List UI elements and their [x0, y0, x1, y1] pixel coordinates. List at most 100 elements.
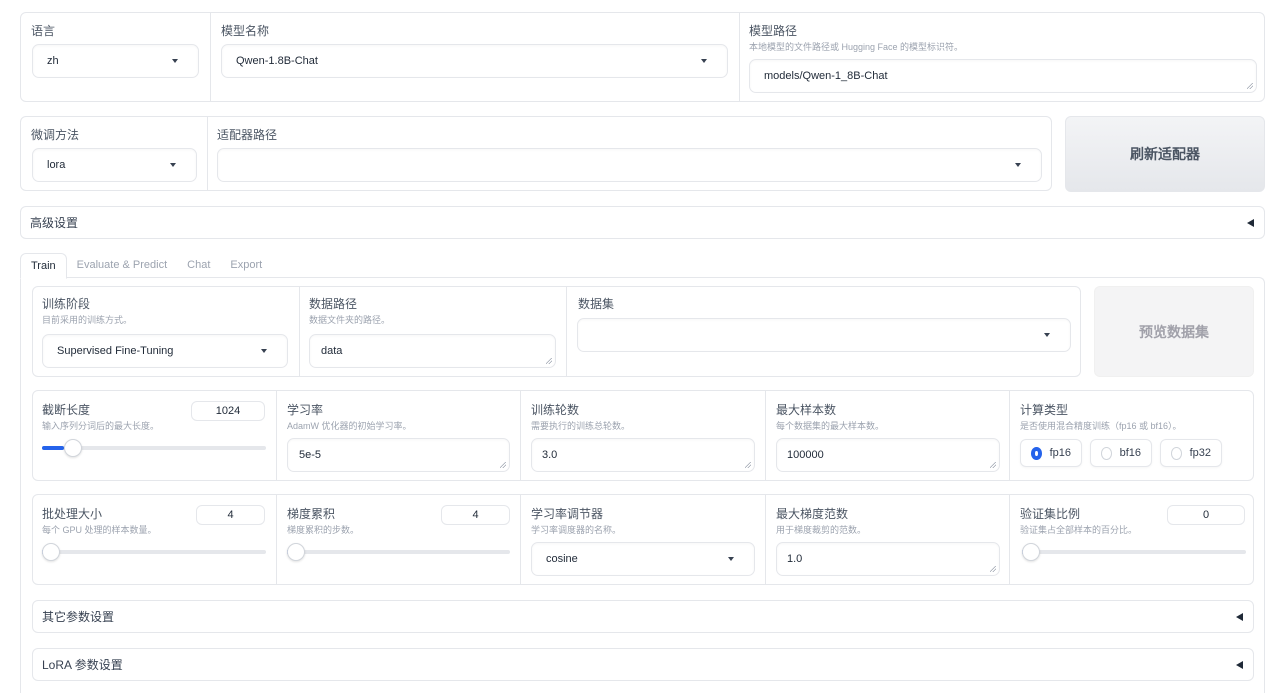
collapse-arrow-icon [1236, 612, 1243, 621]
resize-handle-icon[interactable] [990, 566, 996, 572]
chevron-down-icon [1044, 333, 1050, 337]
slider-thumb[interactable] [287, 543, 305, 561]
model-name-dropdown[interactable]: Qwen-1.8B-Chat [221, 44, 728, 78]
cutoff-len-number[interactable]: 1024 [191, 401, 265, 421]
resize-handle-icon[interactable] [1247, 83, 1253, 89]
val-size-cell: 验证集比例 0 验证集占全部样本的百分比。 [1009, 495, 1253, 584]
max-samples-info: 每个数据集的最大样本数。 [776, 421, 885, 431]
extra-settings-accordion[interactable]: 其它参数设置 [32, 600, 1254, 633]
lr-scheduler-value: cosine [546, 553, 578, 565]
resize-handle-icon[interactable] [500, 462, 506, 468]
chevron-down-icon [170, 163, 176, 167]
language-dropdown[interactable]: zh [32, 44, 199, 78]
batch-size-slider[interactable] [42, 543, 266, 561]
stage-info: 目前采用的训练方式。 [42, 315, 133, 325]
batch-size-cell: 批处理大小 4 每个 GPU 处理的样本数量。 [33, 495, 276, 584]
slider-thumb[interactable] [64, 439, 83, 457]
max-samples-cell: 最大样本数 每个数据集的最大样本数。 100000 [765, 391, 1009, 480]
compute-type-option-label: fp16 [1049, 447, 1071, 459]
compute-type-option-label: fp32 [1189, 447, 1211, 459]
batch-size-info: 每个 GPU 处理的样本数量。 [42, 525, 157, 535]
model-path-input[interactable]: models/Qwen-1_8B-Chat [749, 59, 1257, 93]
resize-handle-icon[interactable] [745, 462, 751, 468]
num-epochs-input[interactable]: 3.0 [531, 438, 755, 472]
learning-rate-info: AdamW 优化器的初始学习率。 [287, 421, 412, 431]
tab-train[interactable]: Train [20, 253, 67, 279]
hyperparams-row-1: 截断长度 1024 输入序列分词后的最大长度。 学习率 AdamW 优化器的初始… [32, 390, 1254, 481]
data-row: 训练阶段 目前采用的训练方式。 Supervised Fine-Tuning 数… [32, 286, 1081, 377]
lora-settings-accordion[interactable]: LoRA 参数设置 [32, 648, 1254, 681]
collapse-arrow-icon [1247, 218, 1254, 227]
grad-accum-number[interactable]: 4 [441, 505, 510, 525]
model-name-label: 模型名称 [221, 24, 270, 38]
cutoff-len-slider[interactable] [42, 439, 266, 457]
resize-handle-icon[interactable] [546, 358, 552, 364]
max-grad-norm-input[interactable]: 1.0 [776, 542, 1000, 576]
model-path-info: 本地模型的文件路径或 Hugging Face 的模型标识符。 [749, 42, 964, 52]
dataset-label: 数据集 [578, 297, 615, 311]
compute-type-info: 是否使用混合精度训练（fp16 或 bf16）。 [1020, 421, 1182, 431]
compute-type-cell: 计算类型 是否使用混合精度训练（fp16 或 bf16）。 fp16 bf16 … [1009, 391, 1253, 480]
batch-size-label: 批处理大小 [42, 507, 103, 521]
compute-type-option-fp16[interactable]: fp16 [1020, 439, 1082, 467]
grad-accum-slider[interactable] [287, 543, 510, 561]
cutoff-len-cell: 截断长度 1024 输入序列分词后的最大长度。 [33, 391, 276, 480]
val-size-slider[interactable] [1022, 543, 1246, 561]
chevron-down-icon [701, 59, 707, 63]
radio-unchecked-icon [1171, 446, 1182, 460]
lr-scheduler-label: 学习率调节器 [531, 507, 604, 521]
radio-unchecked-icon [1101, 446, 1112, 460]
cutoff-len-label: 截断长度 [42, 403, 91, 417]
learning-rate-value: 5e-5 [299, 449, 322, 461]
max-samples-value: 100000 [787, 449, 824, 461]
adapter-path-cell: 适配器路径 [207, 117, 1051, 190]
dataset-dir-value: data [321, 345, 343, 357]
dataset-cell: 数据集 [566, 287, 1080, 376]
dataset-dir-cell: 数据路径 数据文件夹的路径。 data [299, 287, 566, 376]
adapter-row: 微调方法 lora 适配器路径 [20, 116, 1052, 191]
cutoff-len-info: 输入序列分词后的最大长度。 [42, 421, 160, 431]
learning-rate-input[interactable]: 5e-5 [287, 438, 510, 472]
slider-thumb[interactable] [42, 543, 60, 561]
preview-dataset-button[interactable]: 预览数据集 [1094, 286, 1254, 377]
lora-settings-label: LoRA 参数设置 [42, 658, 123, 672]
num-epochs-value: 3.0 [542, 449, 558, 461]
chevron-down-icon [172, 59, 178, 63]
stage-cell: 训练阶段 目前采用的训练方式。 Supervised Fine-Tuning [33, 287, 299, 376]
refresh-adapters-button[interactable]: 刷新适配器 [1065, 116, 1265, 192]
tab-evaluate-predict[interactable]: Evaluate & Predict [67, 253, 178, 278]
lr-scheduler-cell: 学习率调节器 学习率调度器的名称。 cosine [520, 495, 765, 584]
slider-thumb[interactable] [1022, 543, 1040, 561]
adapter-path-label: 适配器路径 [217, 128, 278, 142]
finetuning-type-value: lora [47, 159, 66, 171]
dataset-dir-info: 数据文件夹的路径。 [309, 315, 391, 325]
lr-scheduler-dropdown[interactable]: cosine [531, 542, 755, 576]
dataset-dir-label: 数据路径 [309, 297, 358, 311]
model-path-cell: 模型路径 本地模型的文件路径或 Hugging Face 的模型标识符。 mod… [739, 13, 1264, 101]
dataset-dropdown[interactable] [577, 318, 1071, 352]
resize-handle-icon[interactable] [990, 462, 996, 468]
adapter-path-dropdown[interactable] [217, 148, 1042, 182]
finetuning-type-dropdown[interactable]: lora [32, 148, 197, 182]
compute-type-option-fp32[interactable]: fp32 [1160, 439, 1222, 467]
tab-export[interactable]: Export [220, 253, 272, 278]
model-name-value: Qwen-1.8B-Chat [236, 55, 318, 67]
max-grad-norm-label: 最大梯度范数 [776, 507, 849, 521]
model-name-cell: 模型名称 Qwen-1.8B-Chat [210, 13, 728, 101]
stage-dropdown[interactable]: Supervised Fine-Tuning [42, 334, 288, 368]
num-epochs-label: 训练轮数 [531, 403, 580, 417]
max-samples-input[interactable]: 100000 [776, 438, 1000, 472]
tab-chat[interactable]: Chat [177, 253, 220, 278]
model-path-label: 模型路径 [749, 24, 798, 38]
max-samples-label: 最大样本数 [776, 403, 837, 417]
stage-value: Supervised Fine-Tuning [57, 345, 174, 357]
dataset-dir-input[interactable]: data [309, 334, 556, 368]
advanced-settings-accordion[interactable]: 高级设置 [20, 206, 1265, 239]
batch-size-number[interactable]: 4 [196, 505, 265, 525]
language-value: zh [47, 55, 59, 67]
grad-accum-info: 梯度累积的步数。 [287, 525, 360, 535]
compute-type-option-bf16[interactable]: bf16 [1090, 439, 1152, 467]
max-grad-norm-info: 用于梯度裁剪的范数。 [776, 525, 867, 535]
learning-rate-label: 学习率 [287, 403, 324, 417]
val-size-number[interactable]: 0 [1167, 505, 1245, 525]
